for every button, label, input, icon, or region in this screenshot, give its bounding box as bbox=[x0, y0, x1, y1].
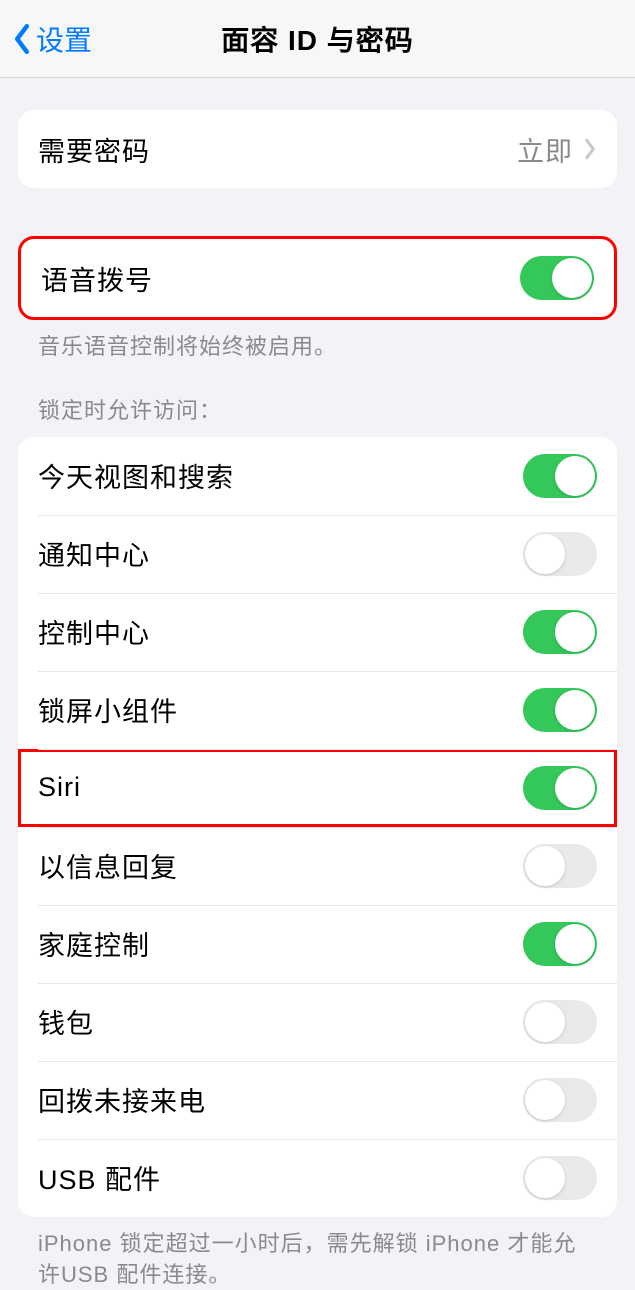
lock-access-row-控制中心: 控制中心 bbox=[18, 593, 617, 671]
lock-access-row-以信息回复: 以信息回复 bbox=[18, 827, 617, 905]
toggle-锁屏小组件[interactable] bbox=[523, 688, 597, 732]
chevron-right-icon bbox=[583, 138, 597, 160]
lock-access-label: USB 配件 bbox=[38, 1158, 523, 1197]
voice-dial-toggle[interactable] bbox=[520, 256, 594, 300]
lock-access-label: 控制中心 bbox=[38, 612, 523, 651]
toggle-usb-配件[interactable] bbox=[523, 1156, 597, 1200]
toggle-通知中心[interactable] bbox=[523, 532, 597, 576]
lock-access-footer: iPhone 锁定超过一小时后，需先解锁 iPhone 才能允许USB 配件连接… bbox=[18, 1217, 617, 1290]
lock-access-label: 钱包 bbox=[38, 1002, 523, 1041]
lock-access-label: 以信息回复 bbox=[38, 846, 523, 885]
voice-dial-label: 语音拨号 bbox=[41, 259, 520, 298]
require-passcode-value: 立即 bbox=[517, 130, 573, 169]
voice-dial-footer: 音乐语音控制将始终被启用。 bbox=[18, 320, 617, 363]
lock-access-label: 回拨未接来电 bbox=[38, 1080, 523, 1119]
require-passcode-row[interactable]: 需要密码 立即 bbox=[18, 110, 617, 188]
lock-access-label: 今天视图和搜索 bbox=[38, 456, 523, 495]
lock-access-group: 今天视图和搜索通知中心控制中心锁屏小组件 Siri 以信息回复家庭控制钱包回拨未接来… bbox=[18, 437, 617, 1217]
toggle-siri[interactable] bbox=[523, 766, 597, 810]
toggle-家庭控制[interactable] bbox=[523, 922, 597, 966]
back-label: 设置 bbox=[36, 19, 92, 59]
lock-access-row-siri: Siri bbox=[18, 749, 617, 827]
lock-access-label: 通知中心 bbox=[38, 534, 523, 573]
lock-access-row-通知中心: 通知中心 bbox=[18, 515, 617, 593]
back-button[interactable]: 设置 bbox=[12, 19, 92, 59]
lock-access-header: 锁定时允许访问： bbox=[18, 363, 617, 437]
chevron-left-icon bbox=[12, 23, 32, 55]
toggle-控制中心[interactable] bbox=[523, 610, 597, 654]
toggle-回拨未接来电[interactable] bbox=[523, 1078, 597, 1122]
lock-access-row-usb-配件: USB 配件 bbox=[18, 1139, 617, 1217]
page-title: 面容 ID 与密码 bbox=[0, 19, 635, 59]
lock-access-row-锁屏小组件: 锁屏小组件 bbox=[18, 671, 617, 749]
toggle-钱包[interactable] bbox=[523, 1000, 597, 1044]
passcode-group: 需要密码 立即 bbox=[18, 110, 617, 188]
voice-dial-row: 语音拨号 bbox=[21, 239, 614, 317]
require-passcode-label: 需要密码 bbox=[38, 130, 517, 169]
lock-access-label: Siri bbox=[38, 772, 523, 803]
lock-access-label: 家庭控制 bbox=[38, 924, 523, 963]
toggle-今天视图和搜索[interactable] bbox=[523, 454, 597, 498]
lock-access-row-回拨未接来电: 回拨未接来电 bbox=[18, 1061, 617, 1139]
voice-dial-group: 语音拨号 bbox=[18, 236, 617, 320]
toggle-以信息回复[interactable] bbox=[523, 844, 597, 888]
lock-access-row-钱包: 钱包 bbox=[18, 983, 617, 1061]
lock-access-label: 锁屏小组件 bbox=[38, 690, 523, 729]
lock-access-row-今天视图和搜索: 今天视图和搜索 bbox=[18, 437, 617, 515]
lock-access-row-家庭控制: 家庭控制 bbox=[18, 905, 617, 983]
navigation-bar: 设置 面容 ID 与密码 bbox=[0, 0, 635, 78]
